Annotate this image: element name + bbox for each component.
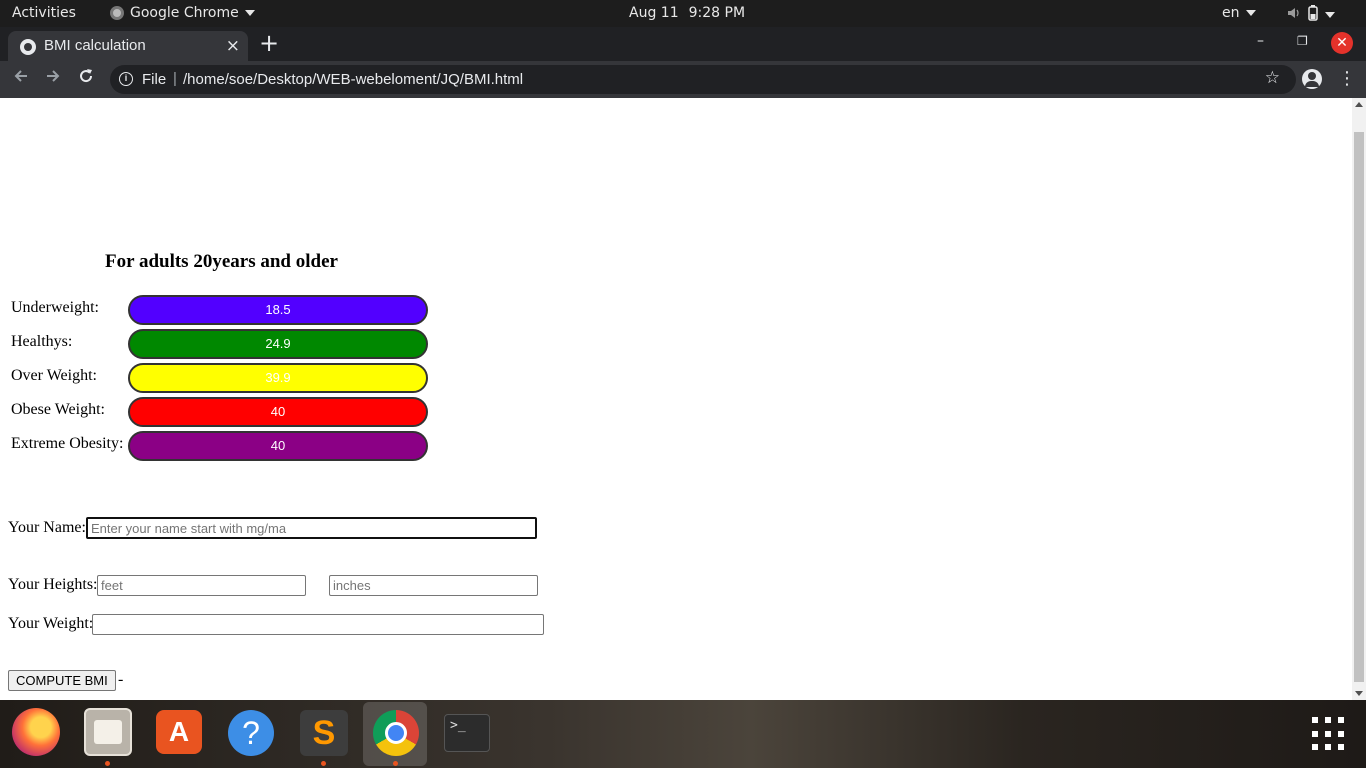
bmi-label: Underweight: [11, 299, 99, 316]
scroll-down-arrow-icon[interactable] [1355, 691, 1363, 696]
scrollbar-thumb[interactable] [1354, 132, 1364, 682]
app-menu[interactable]: Google Chrome [110, 5, 255, 21]
bmi-row-extreme-obesity: Extreme Obesity: 40 [11, 431, 431, 461]
bmi-value-badge: 24.9 [128, 329, 428, 359]
minimize-button[interactable]: – [1257, 33, 1264, 49]
scheme-label: File [142, 71, 167, 88]
clock-date: Aug 11 [629, 5, 679, 21]
language-selector[interactable]: en [1222, 5, 1256, 21]
running-indicator [321, 761, 326, 766]
bmi-label: Healthys: [11, 333, 73, 350]
bmi-row-underweight: Underweight: 18.5 [11, 295, 431, 325]
chrome-small-icon [110, 6, 124, 20]
back-arrow-icon[interactable] [12, 67, 30, 90]
compute-bmi-button[interactable]: COMPUTE BMI [8, 670, 116, 691]
profile-avatar-icon[interactable] [1302, 69, 1322, 89]
weight-input[interactable] [92, 614, 544, 635]
bookmark-star-icon[interactable]: ☆ [1265, 68, 1280, 88]
ubuntu-dock: A ? S >_ [0, 700, 1366, 768]
help-icon[interactable]: ? [228, 710, 274, 756]
page-heading: For adults 20years and older [105, 251, 338, 272]
heights-label: Your Heights: [8, 576, 98, 593]
clock-time: 9:28 PM [688, 5, 746, 21]
page-viewport: For adults 20years and older Underweight… [0, 98, 1352, 700]
menu-kebab-icon[interactable]: ⋮ [1338, 68, 1356, 89]
bmi-label: Extreme Obesity: [11, 435, 124, 452]
power-menu-icon [1325, 12, 1335, 18]
bmi-row-overweight: Over Weight: 39.9 [11, 363, 431, 393]
browser-toolbar: i File | /home/soe/Desktop/WEB-webelomen… [0, 61, 1366, 98]
inches-input[interactable] [329, 575, 538, 596]
page-scrollbar[interactable] [1352, 98, 1366, 700]
chevron-down-icon [244, 10, 255, 16]
battery-icon [1307, 5, 1319, 25]
maximize-button[interactable]: ❐ [1297, 34, 1308, 48]
name-input[interactable] [86, 517, 537, 539]
system-menu[interactable] [1287, 5, 1335, 25]
bmi-row-obese: Obese Weight: 40 [11, 397, 431, 427]
bmi-result-text: - [118, 671, 124, 688]
bmi-row-healthy: Healthys: 24.9 [11, 329, 431, 359]
firefox-icon[interactable] [12, 708, 60, 756]
info-icon[interactable]: i [119, 72, 133, 86]
bmi-value-badge: 18.5 [128, 295, 428, 325]
volume-icon [1287, 6, 1301, 24]
bmi-label: Obese Weight: [11, 401, 105, 418]
bmi-value-badge: 39.9 [128, 363, 428, 393]
running-indicator [393, 761, 398, 766]
close-icon[interactable]: × [226, 36, 240, 56]
language-label: en [1222, 5, 1240, 21]
sublime-text-icon[interactable]: S [300, 710, 348, 756]
bmi-value-badge: 40 [128, 431, 428, 461]
url-separator: | [173, 70, 177, 87]
chrome-icon[interactable] [373, 710, 419, 756]
address-bar[interactable]: i File | /home/soe/Desktop/WEB-webelomen… [110, 65, 1296, 94]
window-close-button[interactable]: ✕ [1331, 32, 1353, 54]
globe-icon [20, 39, 36, 55]
files-icon[interactable] [84, 708, 132, 756]
software-center-icon[interactable]: A [156, 710, 202, 754]
name-label: Your Name: [8, 519, 86, 536]
chevron-down-icon [1245, 10, 1256, 16]
terminal-icon[interactable]: >_ [444, 714, 490, 752]
tab-strip: BMI calculation × + – ❐ ✕ [0, 27, 1366, 61]
app-menu-label: Google Chrome [130, 5, 239, 21]
bmi-label: Over Weight: [11, 367, 97, 384]
tab-bmi-calculation[interactable]: BMI calculation × [8, 31, 248, 61]
clock[interactable]: Aug 11 9:28 PM [629, 5, 745, 21]
scroll-up-arrow-icon[interactable] [1355, 102, 1363, 107]
show-applications-icon[interactable] [1312, 717, 1346, 751]
system-top-bar: Activities Google Chrome Aug 11 9:28 PM e… [0, 0, 1366, 27]
forward-arrow-icon[interactable] [44, 67, 62, 90]
tab-title: BMI calculation [44, 37, 146, 54]
feet-input[interactable] [97, 575, 306, 596]
weight-label: Your Weight: [8, 615, 94, 632]
url-text[interactable]: /home/soe/Desktop/WEB-webeloment/JQ/BMI.… [183, 71, 523, 88]
bmi-value-badge: 40 [128, 397, 428, 427]
running-indicator [105, 761, 110, 766]
activities-button[interactable]: Activities [12, 5, 76, 21]
new-tab-button[interactable]: + [259, 31, 279, 55]
reload-icon[interactable] [77, 67, 95, 90]
